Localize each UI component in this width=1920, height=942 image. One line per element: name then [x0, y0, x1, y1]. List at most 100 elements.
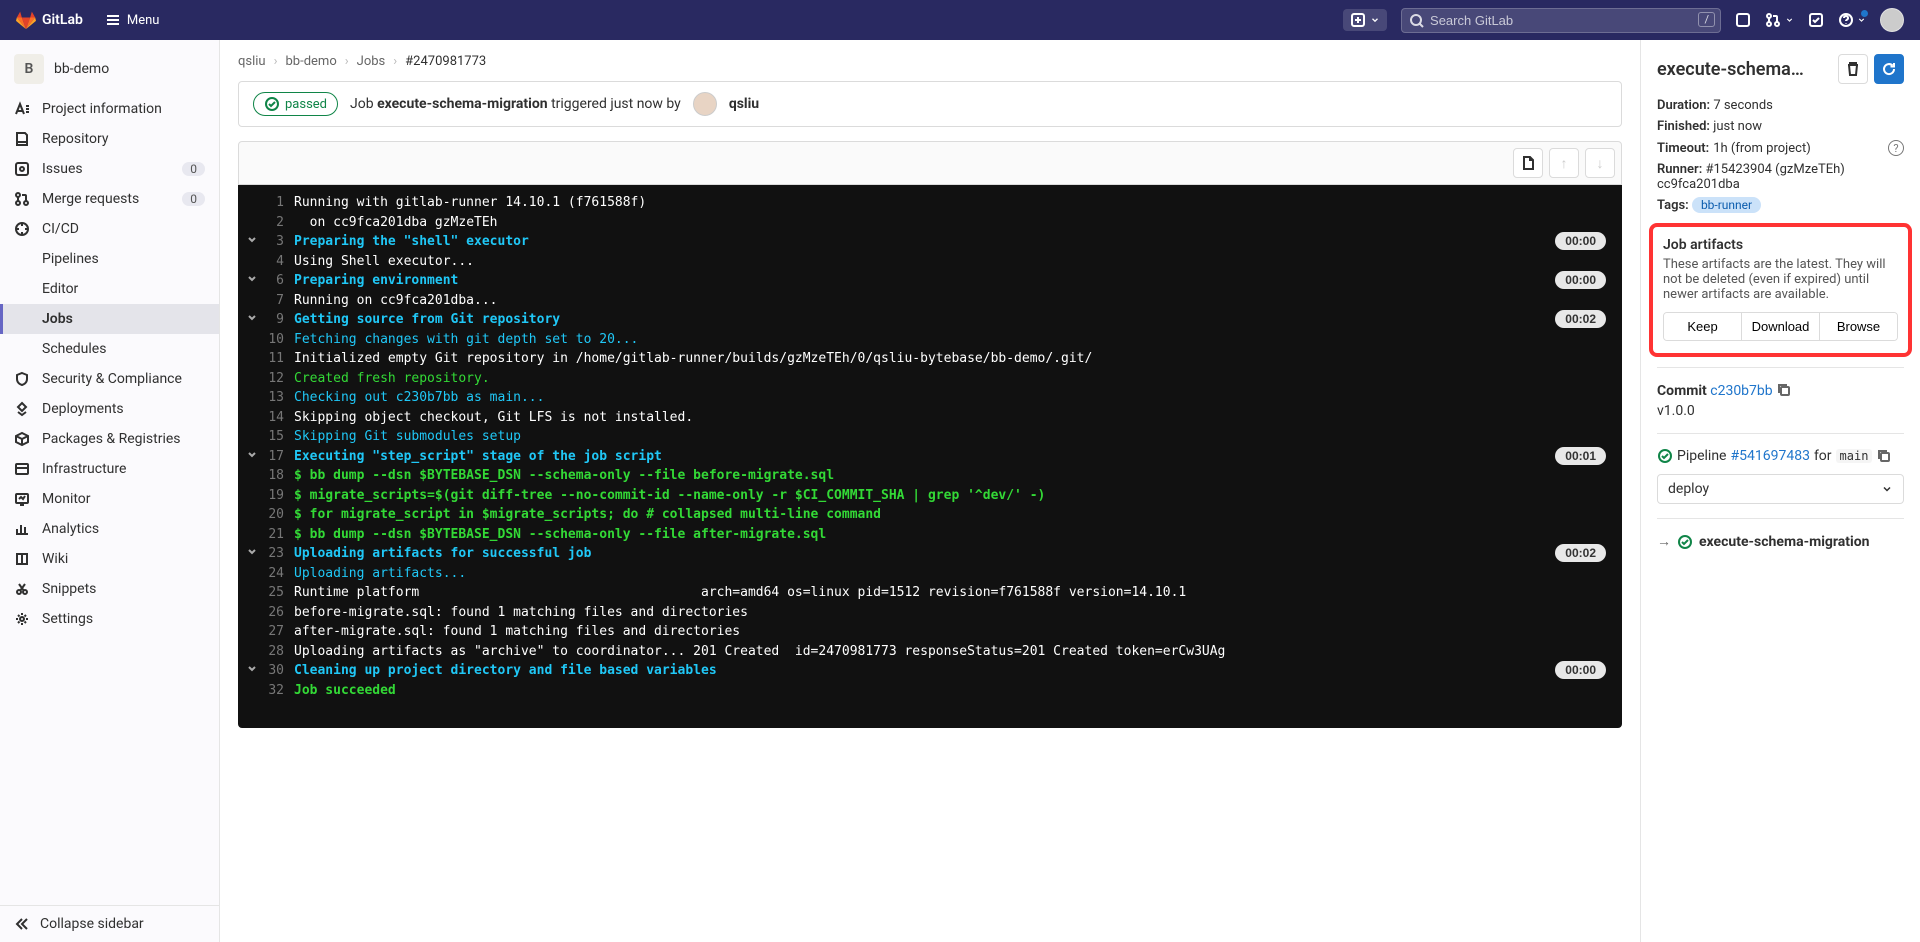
sidebar-item-snippets[interactable]: Snippets: [0, 574, 219, 604]
search-input[interactable]: [1401, 8, 1721, 33]
check-circle-icon: [264, 96, 280, 112]
line-number[interactable]: 14: [266, 408, 294, 428]
log-line: 25Runtime platform arch=amd64 os=linux p…: [238, 583, 1622, 603]
log-line: 21$ bb dump --dsn $BYTEBASE_DSN --schema…: [238, 525, 1622, 545]
breadcrumb-item[interactable]: bb-demo: [286, 54, 337, 69]
line-number[interactable]: 26: [266, 603, 294, 623]
log-text: Fetching changes with git depth set to 2…: [294, 330, 638, 350]
line-number[interactable]: 21: [266, 525, 294, 545]
sidebar-subitem-pipelines[interactable]: Pipelines: [0, 244, 219, 274]
help-icon[interactable]: ?: [1888, 140, 1904, 156]
gitlab-logo[interactable]: GitLab: [16, 10, 83, 30]
collapse-icon[interactable]: [238, 447, 266, 467]
triggerer-avatar[interactable]: [693, 92, 717, 116]
sidebar-item-settings[interactable]: Settings: [0, 604, 219, 634]
breadcrumb: qsliu›bb-demo›Jobs›#2470981773: [238, 54, 1622, 69]
log-line: 4Using Shell executor...: [238, 252, 1622, 272]
sidebar-item-ci-cd[interactable]: CI/CD: [0, 214, 219, 244]
breadcrumb-item[interactable]: Jobs: [357, 54, 386, 69]
sidebar-item-issues[interactable]: Issues0: [0, 154, 219, 184]
line-number[interactable]: 25: [266, 583, 294, 603]
sidebar-subitem-editor[interactable]: Editor: [0, 274, 219, 304]
sidebar-item-infrastructure[interactable]: Infrastructure: [0, 454, 219, 484]
user-avatar[interactable]: [1880, 8, 1904, 32]
nav-icon: [14, 401, 30, 417]
help-nav-icon[interactable]: [1838, 12, 1866, 28]
line-number[interactable]: 4: [266, 252, 294, 272]
triggerer-name[interactable]: qsliu: [729, 96, 759, 112]
sidebar-item-wiki[interactable]: Wiki: [0, 544, 219, 574]
browse-button[interactable]: Browse: [1820, 313, 1897, 340]
line-number[interactable]: 2: [266, 213, 294, 233]
menu-button[interactable]: Menu: [105, 12, 160, 28]
sidebar-item-deployments[interactable]: Deployments: [0, 394, 219, 424]
collapse-icon[interactable]: [238, 544, 266, 564]
line-number[interactable]: 32: [266, 681, 294, 701]
line-number[interactable]: 23: [266, 544, 294, 564]
scroll-top-button[interactable]: ↑: [1549, 148, 1579, 178]
collapse-icon[interactable]: [238, 661, 266, 681]
breadcrumb-item[interactable]: qsliu: [238, 54, 266, 69]
collapse-icon[interactable]: [238, 310, 266, 330]
sidebar-item-merge-requests[interactable]: Merge requests0: [0, 184, 219, 214]
sidebar-item-analytics[interactable]: Analytics: [0, 514, 219, 544]
collapse-icon[interactable]: [238, 271, 266, 291]
line-number[interactable]: 3: [266, 232, 294, 252]
download-button[interactable]: Download: [1742, 313, 1820, 340]
line-number[interactable]: 30: [266, 661, 294, 681]
keep-button[interactable]: Keep: [1664, 313, 1742, 340]
line-number[interactable]: 7: [266, 291, 294, 311]
sidebar-item-packages-registries[interactable]: Packages & Registries: [0, 424, 219, 454]
line-number[interactable]: 12: [266, 369, 294, 389]
line-number[interactable]: 20: [266, 505, 294, 525]
retry-job-button[interactable]: [1874, 54, 1904, 84]
line-number[interactable]: 24: [266, 564, 294, 584]
line-number[interactable]: 1: [266, 193, 294, 213]
line-number[interactable]: 6: [266, 271, 294, 291]
issues-nav-icon[interactable]: [1735, 12, 1751, 28]
sidebar-item-label: Packages & Registries: [42, 431, 181, 447]
sidebar-item-monitor[interactable]: Monitor: [0, 484, 219, 514]
line-number[interactable]: 10: [266, 330, 294, 350]
refresh-icon: [1881, 61, 1897, 77]
line-number[interactable]: 17: [266, 447, 294, 467]
log-line: 12Created fresh repository.: [238, 369, 1622, 389]
line-number[interactable]: 19: [266, 486, 294, 506]
breadcrumb-item[interactable]: #2470981773: [405, 54, 486, 69]
line-number[interactable]: 9: [266, 310, 294, 330]
log-line: 2 on cc9fca201dba gzMzeTEh: [238, 213, 1622, 233]
line-number[interactable]: 11: [266, 349, 294, 369]
scroll-bottom-button[interactable]: ↓: [1585, 148, 1615, 178]
project-avatar: B: [14, 54, 44, 84]
line-number[interactable]: 15: [266, 427, 294, 447]
sidebar-subitem-schedules[interactable]: Schedules: [0, 334, 219, 364]
sidebar-item-repository[interactable]: Repository: [0, 124, 219, 154]
copy-icon[interactable]: [1776, 382, 1792, 398]
stage-select[interactable]: deploy: [1657, 474, 1904, 504]
line-number[interactable]: 13: [266, 388, 294, 408]
raw-log-button[interactable]: [1513, 148, 1543, 178]
new-button[interactable]: [1343, 9, 1387, 31]
related-job-name[interactable]: execute-schema-migration: [1699, 534, 1870, 550]
line-number[interactable]: 18: [266, 466, 294, 486]
line-number[interactable]: 28: [266, 642, 294, 662]
log-line: 11Initialized empty Git repository in /h…: [238, 349, 1622, 369]
delete-job-button[interactable]: [1838, 54, 1868, 84]
collapse-sidebar-button[interactable]: Collapse sidebar: [0, 905, 219, 942]
sidebar-item-security-compliance[interactable]: Security & Compliance: [0, 364, 219, 394]
sidebar-count: 0: [182, 162, 205, 176]
line-number[interactable]: 27: [266, 622, 294, 642]
nav-icon: [14, 521, 30, 537]
copy-icon[interactable]: [1876, 448, 1892, 464]
todos-nav-icon[interactable]: [1808, 12, 1824, 28]
pipeline-link[interactable]: #541697483: [1731, 448, 1810, 464]
trash-icon: [1845, 61, 1861, 77]
log-line: 30Cleaning up project directory and file…: [238, 661, 1622, 681]
sidebar-subitem-jobs[interactable]: Jobs: [0, 304, 219, 334]
sidebar-item-project-information[interactable]: Project information: [0, 94, 219, 124]
collapse-icon[interactable]: [238, 232, 266, 252]
project-header[interactable]: B bb-demo: [0, 48, 219, 94]
commit-link[interactable]: c230b7bb: [1710, 383, 1772, 399]
runner-row: Runner: #15423904 (gzMzeTEh) cc9fca201db…: [1657, 162, 1904, 192]
merge-requests-nav-icon[interactable]: [1765, 12, 1793, 28]
